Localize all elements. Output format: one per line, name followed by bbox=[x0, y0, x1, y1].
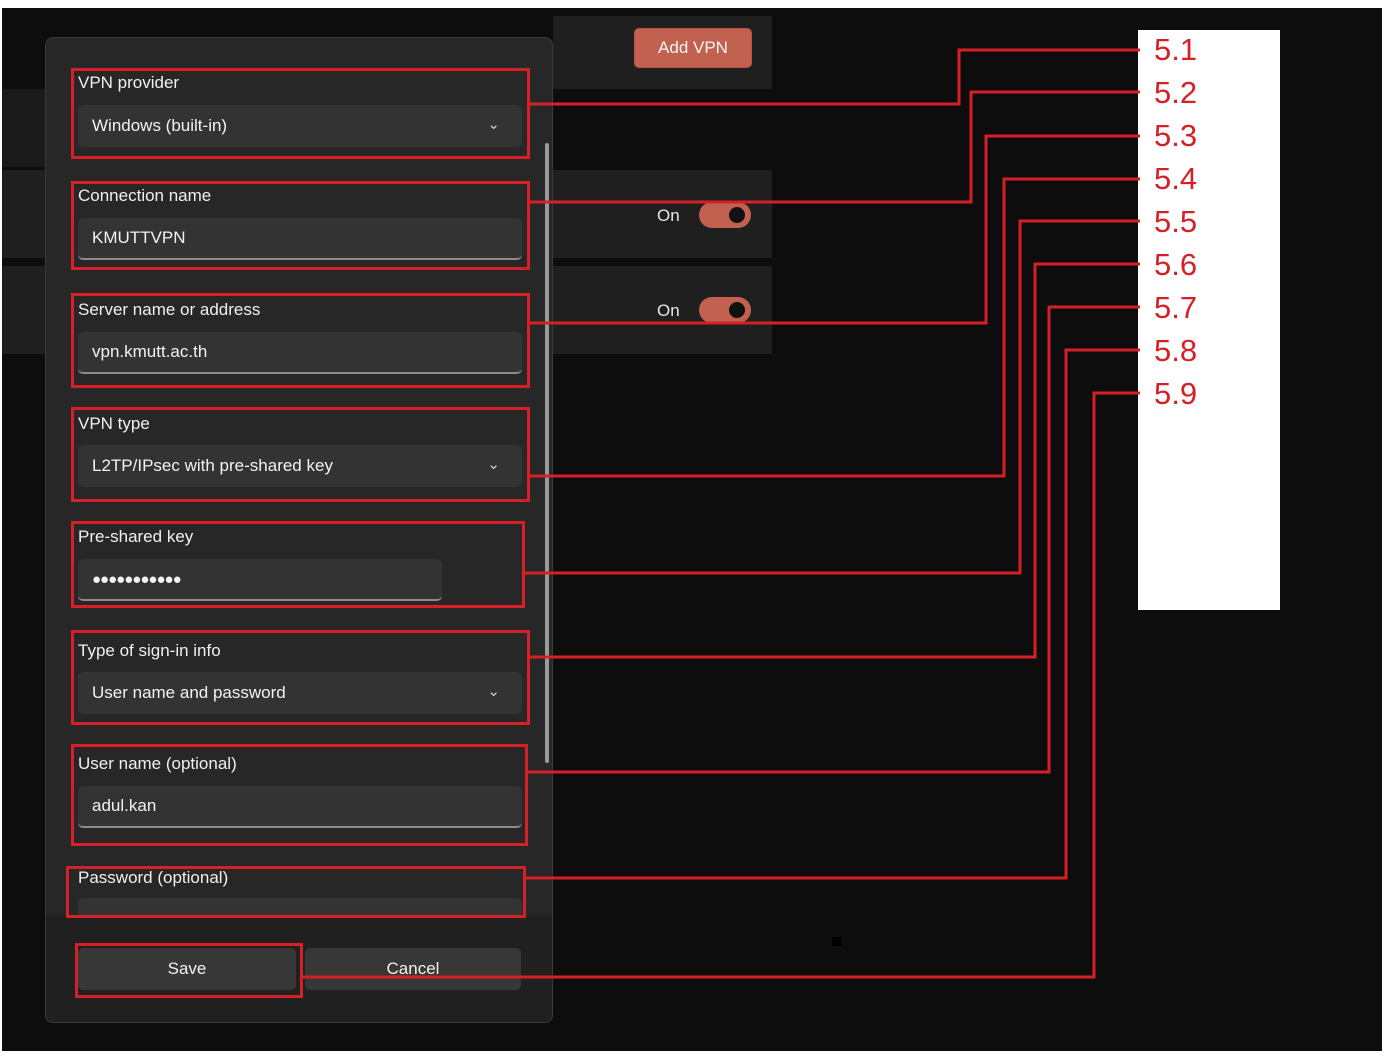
callout-label-5-3: 5.3 bbox=[1154, 118, 1198, 153]
callout-label-5-5: 5.5 bbox=[1154, 204, 1198, 239]
callout-label-5-6: 5.6 bbox=[1154, 247, 1198, 282]
callout-label-5-9: 5.9 bbox=[1154, 376, 1198, 411]
annotation-leader-lines bbox=[303, 48, 1140, 979]
callout-label-5-2: 5.2 bbox=[1154, 75, 1198, 110]
callout-label-5-7: 5.7 bbox=[1154, 290, 1198, 325]
callout-label-5-8: 5.8 bbox=[1154, 333, 1198, 368]
callout-label-5-1: 5.1 bbox=[1154, 32, 1198, 67]
callout-label-5-4: 5.4 bbox=[1154, 161, 1198, 196]
